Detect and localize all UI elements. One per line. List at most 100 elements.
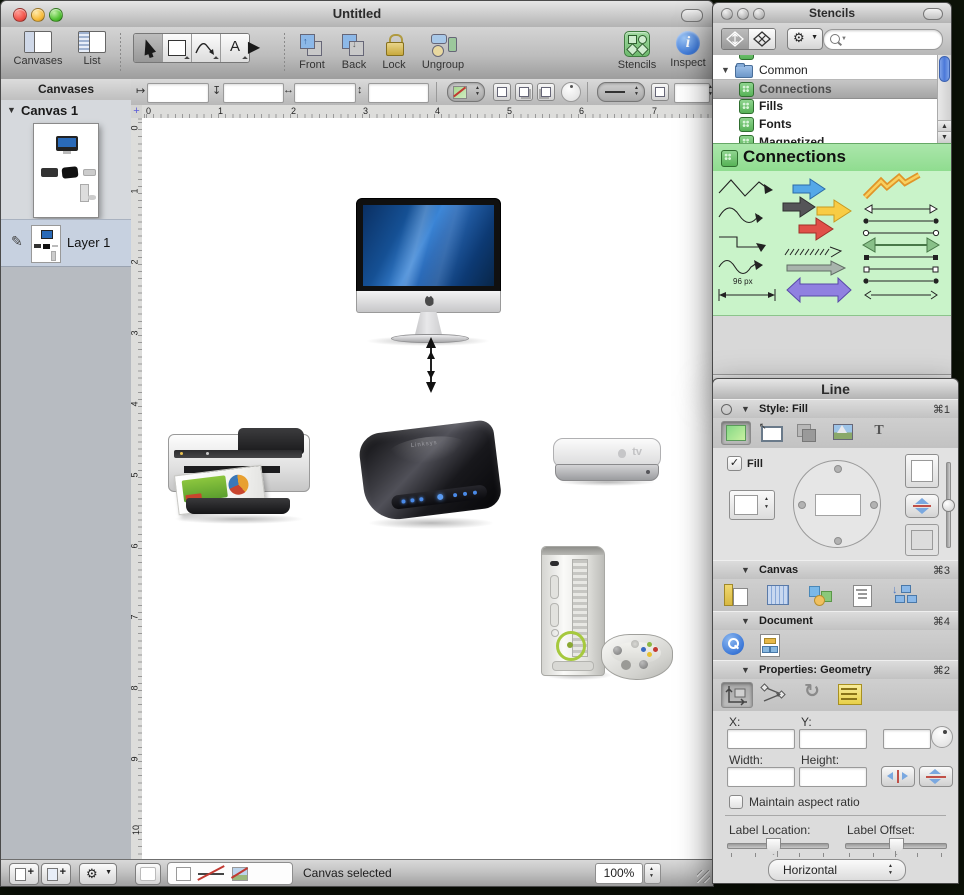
disclosure-triangle-icon[interactable]: ▼ [741,404,750,414]
back-button[interactable]: ↓ Back [335,31,373,71]
imac-shape[interactable] [356,198,501,348]
stroke-style-tab[interactable]: ↖ [757,421,785,443]
shape-tool-button[interactable] [163,34,192,62]
line-tool-button[interactable] [192,34,221,62]
scroll-down-button[interactable]: ▼ [938,131,951,143]
router-shape[interactable]: Linksys [356,421,506,531]
shadow-option-2-button[interactable] [515,83,533,101]
stencils-titlebar[interactable]: Stencils [713,3,951,24]
horizontal-ruler[interactable]: 0 1 2 3 4 5 6 7 [142,105,713,119]
shadow-option-1-button[interactable] [493,83,511,101]
canvas-thumbnail[interactable] [33,123,99,218]
diagram-layout-tab[interactable]: ↓ [889,582,919,606]
image-style-tab[interactable] [829,421,857,443]
canvas-fill-swatch-button[interactable] [135,863,161,885]
fill-color-well[interactable]: ▲ ▼ [729,490,775,520]
fill-checkbox[interactable]: ✓ [727,456,742,471]
fill-top-color-button[interactable] [905,454,939,488]
magnet-center-button[interactable] [722,29,749,49]
width-field[interactable] [294,83,356,103]
lock-button[interactable]: Lock [376,31,412,71]
disclosure-triangle-icon[interactable]: ▼ [741,665,750,675]
window-resize-grip[interactable] [697,870,710,883]
canvases-toolbar-button[interactable]: Canvases [9,31,67,67]
y-position-field[interactable] [223,83,284,103]
disclosure-triangle-icon[interactable]: ▼ [741,616,750,626]
fill-style-button[interactable]: ▲ ▼ [447,82,485,102]
gradient-center-swatch[interactable] [815,494,861,516]
maintain-aspect-checkbox[interactable] [729,795,743,809]
stencil-action-menu-button[interactable]: ⚙ ▼ [787,28,823,50]
document-magnify-tab[interactable] [721,632,747,658]
label-orientation-select[interactable]: Horizontal ▲ ▼ [768,859,906,881]
tree-folder-common[interactable]: ▼ Common [713,61,938,79]
tree-item-fills[interactable]: Fills [713,97,938,115]
stencil-preview[interactable]: 96 px [713,171,951,316]
printer-shape[interactable] [166,426,311,526]
list-toolbar-button[interactable]: List [73,31,111,67]
text-style-tab[interactable]: T [865,421,893,443]
alignment-tab[interactable] [805,582,835,606]
label-location-slider[interactable] [727,843,829,849]
canvas-size-tab[interactable] [721,582,751,606]
scrollbar-thumb[interactable] [939,56,950,82]
tools-expand-button[interactable]: ▶ [245,37,263,57]
zoom-stepper[interactable]: ▲ ▼ [644,863,661,884]
swap-gradient-colors-button[interactable] [905,494,939,518]
canvas-list-item[interactable]: ▼ Canvas 1 [1,103,131,121]
tree-item-connections[interactable]: Connections [713,79,938,99]
height-field[interactable] [368,83,429,103]
slider-thumb[interactable] [889,838,904,855]
rotation-tab[interactable]: ↻ [797,682,827,706]
disclosure-triangle-icon[interactable]: ▼ [741,565,750,575]
inspect-toolbar-button[interactable]: i Inspect [667,31,709,69]
grid-tab[interactable] [763,582,793,606]
front-button[interactable]: ↑ Front [293,31,331,71]
corner-style-button[interactable] [651,83,669,101]
fill-swatch[interactable] [176,867,191,881]
shadow-option-3-button[interactable] [537,83,555,101]
note-tab[interactable] [835,682,865,706]
connector-double-arrow[interactable] [423,337,439,393]
layer-list-item[interactable]: ✎ Layer 1 [1,219,131,267]
shadow-style-tab[interactable] [793,421,821,443]
rotation-dial[interactable] [561,82,581,102]
document-data-tab[interactable] [757,632,783,658]
appletv-shape[interactable]: tv [553,438,661,488]
x-position-field[interactable] [147,83,209,103]
x-field[interactable] [727,729,795,749]
outline-tab[interactable] [847,582,877,606]
flip-horizontal-button[interactable] [881,766,915,787]
magnet-edges-button[interactable] [749,29,775,49]
collapse-lozenge[interactable] [923,8,943,20]
fill-opacity-slider[interactable] [946,462,951,548]
new-layer-button[interactable]: + [41,863,71,885]
inspector-titlebar[interactable]: Line [713,379,958,400]
style-section-header[interactable]: ▼ Style: Fill ⌘1 [713,399,958,419]
label-offset-slider[interactable] [845,843,947,849]
connections-tab[interactable] [759,682,789,706]
stencil-search-field[interactable]: ▼ [823,29,943,50]
connection-stencil-shapes[interactable] [713,171,947,313]
geometry-section-header[interactable]: ▼ Properties: Geometry ⌘2 [713,660,958,680]
toolbar-collapse-lozenge[interactable] [681,9,703,22]
y-field[interactable] [799,729,867,749]
height-field[interactable] [799,767,867,787]
xbox-shape[interactable] [541,546,676,686]
drawing-canvas[interactable]: Linksys tv [142,118,713,860]
sidebar-action-menu-button[interactable]: ⚙ ▼ [79,863,117,885]
stroke-style-button[interactable]: ▲ ▼ [597,82,645,102]
inspector-pin-icon[interactable] [721,404,732,415]
document-section-header[interactable]: ▼ Document ⌘4 [713,611,958,631]
canvas-section-header[interactable]: ▼ Canvas ⌘3 [713,560,958,580]
stroke-width-field[interactable] [674,83,710,103]
pencil-icon[interactable]: ✎ [11,233,23,250]
rotation-field[interactable] [883,729,931,749]
stencils-toolbar-button[interactable]: Stencils [613,31,661,71]
fill-bottom-color-button[interactable] [905,524,939,556]
rotation-dial[interactable] [931,726,953,748]
zoom-level-field[interactable]: 100% [595,863,643,884]
slider-thumb[interactable] [942,499,955,512]
slider-thumb[interactable] [766,838,781,855]
disclosure-triangle-icon[interactable]: ▼ [721,65,730,75]
